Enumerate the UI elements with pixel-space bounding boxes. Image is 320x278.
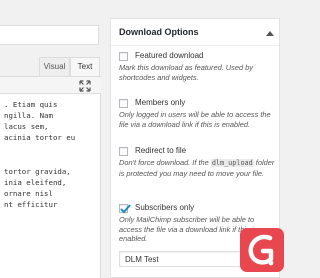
redirect-to-file-checkbox[interactable] xyxy=(119,147,128,156)
featured-download-label[interactable]: Featured download xyxy=(135,51,204,60)
editor-line: nt efficitur xyxy=(4,200,58,209)
select-value: DLM Test xyxy=(125,255,159,264)
redirect-to-file-label[interactable]: Redirect to file xyxy=(135,146,186,155)
editor-line: . Etiam quis xyxy=(4,100,58,109)
dlm-upload-code: dlm_upload xyxy=(210,159,254,167)
editor-line: acinia tortor eu xyxy=(4,133,76,142)
editor-line: inia eleifend, xyxy=(4,178,67,187)
editor-textarea[interactable]: . Etiam quis ngilla. Nam lacus sem, acin… xyxy=(0,94,101,278)
featured-download-checkbox[interactable] xyxy=(119,52,128,61)
subscribers-only-checkbox[interactable] xyxy=(119,204,131,214)
expand-icon[interactable] xyxy=(79,80,91,92)
metabox-header[interactable]: Download Options xyxy=(111,19,279,46)
redirect-desc-before: Don't force download. If the xyxy=(119,158,209,167)
redirect-to-file-desc: Don't force download. If the dlm_upload … xyxy=(119,158,275,178)
editor-toolbar xyxy=(0,76,101,94)
members-only-checkbox[interactable] xyxy=(119,99,128,108)
editor-line: ngilla. Nam xyxy=(4,111,53,120)
editor-tabs: Visual Text xyxy=(0,56,101,76)
post-editor: Visual Text . Etiam quis ngilla. Nam lac… xyxy=(0,0,103,278)
tab-visual[interactable]: Visual xyxy=(39,57,70,76)
members-only-desc: Only logged in users will be able to acc… xyxy=(119,110,271,129)
caret-up-icon[interactable] xyxy=(266,30,274,36)
members-only-label[interactable]: Members only xyxy=(135,98,185,107)
metabox-title: Download Options xyxy=(119,27,199,37)
featured-download-desc: Mark this download as featured. Used by … xyxy=(119,63,253,82)
tab-text[interactable]: Text xyxy=(70,57,100,76)
brand-logo-icon xyxy=(240,228,284,272)
subscribers-only-label[interactable]: Subscribers only xyxy=(135,203,194,212)
editor-line: lacus sem, xyxy=(4,122,49,131)
checkmark-icon xyxy=(120,204,131,214)
editor-line: ornare nisl xyxy=(4,189,53,198)
editor-line: tortor gravida, xyxy=(4,167,71,176)
post-title-input[interactable] xyxy=(0,25,99,45)
